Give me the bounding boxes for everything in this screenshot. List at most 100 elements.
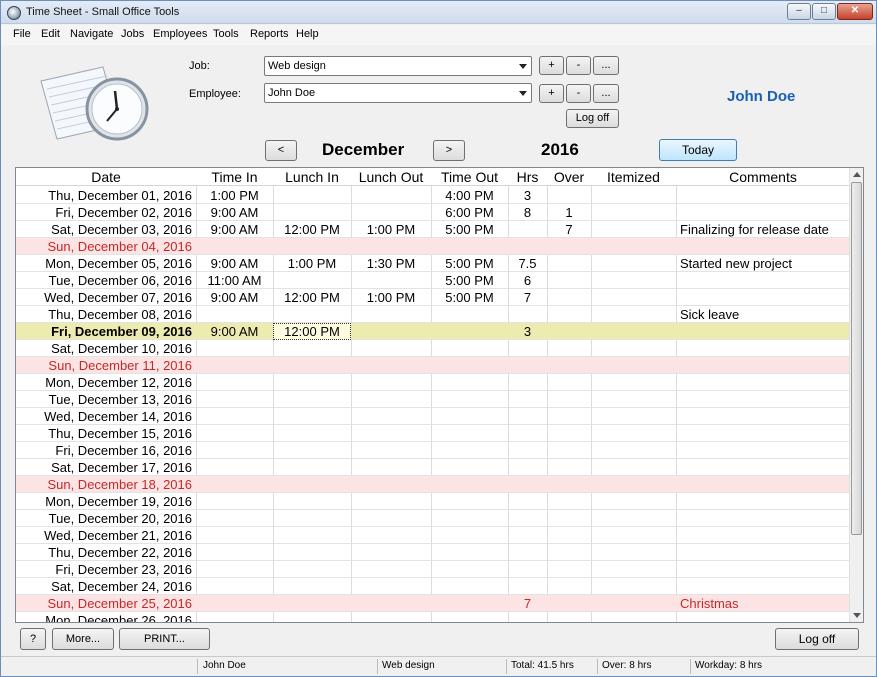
cell-time-out[interactable] xyxy=(431,477,508,493)
cell-lunch-in[interactable] xyxy=(273,545,351,561)
cell-comments[interactable] xyxy=(680,409,850,425)
table-row[interactable]: Tue, December 13, 2016 xyxy=(16,391,850,408)
cell-time-in[interactable] xyxy=(196,477,273,493)
cell-time-in[interactable] xyxy=(196,341,273,357)
cell-time-in[interactable]: 9:00 AM xyxy=(196,256,273,272)
cell-time-out[interactable]: 5:00 PM xyxy=(431,222,508,238)
today-button[interactable]: Today xyxy=(659,139,737,161)
cell-itemized[interactable] xyxy=(591,545,676,561)
cell-lunch-in[interactable] xyxy=(273,460,351,476)
column-header-lunch-out[interactable]: Lunch Out xyxy=(351,169,431,185)
cell-time-out[interactable] xyxy=(431,528,508,544)
cell-comments[interactable] xyxy=(680,324,850,340)
previous-month-button[interactable]: < xyxy=(265,140,297,161)
cell-lunch-out[interactable] xyxy=(351,613,431,622)
cell-time-out[interactable] xyxy=(431,579,508,595)
manage-employees-button[interactable]: ... xyxy=(593,84,619,103)
table-row[interactable]: Sat, December 10, 2016 xyxy=(16,340,850,357)
table-row[interactable]: Wed, December 21, 2016 xyxy=(16,527,850,544)
table-row[interactable]: Wed, December 07, 2016 9:00 AM 12:00 PM 1:0… xyxy=(16,289,850,306)
table-row[interactable]: Mon, December 26, 2016 xyxy=(16,612,850,622)
cell-date[interactable]: Sun, December 11, 2016 xyxy=(16,358,192,374)
cell-date[interactable]: Mon, December 05, 2016 xyxy=(16,256,192,272)
cell-date[interactable]: Sun, December 18, 2016 xyxy=(16,477,192,493)
cell-hrs[interactable] xyxy=(508,222,547,238)
cell-comments[interactable] xyxy=(680,290,850,306)
cell-time-out[interactable] xyxy=(431,341,508,357)
add-job-button[interactable]: + xyxy=(539,56,564,75)
maximize-button[interactable]: □ xyxy=(812,3,836,20)
cell-over[interactable] xyxy=(547,579,591,595)
cell-lunch-in[interactable] xyxy=(273,528,351,544)
cell-itemized[interactable] xyxy=(591,528,676,544)
table-row[interactable]: Fri, December 23, 2016 xyxy=(16,561,850,578)
cell-lunch-in[interactable] xyxy=(273,205,351,221)
cell-time-in[interactable] xyxy=(196,528,273,544)
cell-lunch-in[interactable] xyxy=(273,613,351,622)
table-row[interactable]: Sun, December 25, 2016 7 Christmas xyxy=(16,595,850,612)
remove-employee-button[interactable]: - xyxy=(566,84,591,103)
column-header-itemized[interactable]: Itemized xyxy=(591,169,676,185)
cell-hrs[interactable] xyxy=(508,341,547,357)
menu-edit[interactable]: Edit xyxy=(41,28,60,40)
cell-time-in[interactable]: 9:00 AM xyxy=(196,222,273,238)
cell-hrs[interactable] xyxy=(508,426,547,442)
cell-comments[interactable] xyxy=(680,273,850,289)
cell-itemized[interactable] xyxy=(591,562,676,578)
employee-logoff-button[interactable]: Log off xyxy=(566,109,619,128)
cell-date[interactable]: Fri, December 23, 2016 xyxy=(16,562,192,578)
cell-date[interactable]: Thu, December 15, 2016 xyxy=(16,426,192,442)
cell-comments[interactable] xyxy=(680,239,850,255)
cell-lunch-in[interactable]: 12:00 PM xyxy=(273,222,351,238)
cell-lunch-in[interactable]: 1:00 PM xyxy=(273,256,351,272)
cell-lunch-in[interactable] xyxy=(273,239,351,255)
cell-time-out[interactable] xyxy=(431,545,508,561)
cell-time-out[interactable] xyxy=(431,324,508,340)
menu-tools[interactable]: Tools xyxy=(213,28,239,40)
cell-time-in[interactable] xyxy=(196,443,273,459)
cell-date[interactable]: Fri, December 02, 2016 xyxy=(16,205,192,221)
cell-itemized[interactable] xyxy=(591,307,676,323)
cell-lunch-in[interactable] xyxy=(273,494,351,510)
cell-time-in[interactable] xyxy=(196,545,273,561)
cell-comments[interactable] xyxy=(680,392,850,408)
cell-date[interactable]: Wed, December 07, 2016 xyxy=(16,290,192,306)
cell-over[interactable] xyxy=(547,256,591,272)
cell-time-out[interactable] xyxy=(431,239,508,255)
cell-time-in[interactable] xyxy=(196,426,273,442)
cell-lunch-out[interactable] xyxy=(351,579,431,595)
cell-comments[interactable] xyxy=(680,528,850,544)
cell-time-in[interactable] xyxy=(196,239,273,255)
cell-date[interactable]: Sat, December 10, 2016 xyxy=(16,341,192,357)
cell-lunch-out[interactable] xyxy=(351,375,431,391)
table-row[interactable]: Thu, December 08, 2016 Sick leave xyxy=(16,306,850,323)
cell-time-in[interactable] xyxy=(196,596,273,612)
cell-time-out[interactable]: 5:00 PM xyxy=(431,290,508,306)
cell-date[interactable]: Sat, December 17, 2016 xyxy=(16,460,192,476)
cell-comments[interactable] xyxy=(680,426,850,442)
cell-comments[interactable] xyxy=(680,358,850,374)
cell-lunch-out[interactable] xyxy=(351,392,431,408)
cell-comments[interactable]: Sick leave xyxy=(680,307,850,323)
cell-itemized[interactable] xyxy=(591,613,676,622)
cell-time-in[interactable] xyxy=(196,613,273,622)
cell-date[interactable]: Wed, December 14, 2016 xyxy=(16,409,192,425)
cell-lunch-out[interactable] xyxy=(351,562,431,578)
table-row[interactable]: Sun, December 18, 2016 xyxy=(16,476,850,493)
cell-lunch-out[interactable] xyxy=(351,273,431,289)
cell-time-in[interactable]: 9:00 AM xyxy=(196,290,273,306)
cell-comments[interactable] xyxy=(680,341,850,357)
cell-date[interactable]: Thu, December 08, 2016 xyxy=(16,307,192,323)
cell-itemized[interactable] xyxy=(591,205,676,221)
cell-over[interactable] xyxy=(547,358,591,374)
cell-lunch-out[interactable]: 1:00 PM xyxy=(351,290,431,306)
cell-lunch-in[interactable] xyxy=(273,307,351,323)
cell-hrs[interactable] xyxy=(508,358,547,374)
column-header-lunch-in[interactable]: Lunch In xyxy=(273,169,351,185)
cell-time-in[interactable]: 9:00 AM xyxy=(196,205,273,221)
cell-date[interactable]: Tue, December 06, 2016 xyxy=(16,273,192,289)
table-row[interactable]: Fri, December 02, 2016 9:00 AM 6:00 PM 8 1 xyxy=(16,204,850,221)
cell-date[interactable]: Sun, December 25, 2016 xyxy=(16,596,192,612)
cell-date[interactable]: Fri, December 16, 2016 xyxy=(16,443,192,459)
cell-hrs[interactable]: 7 xyxy=(508,596,547,612)
